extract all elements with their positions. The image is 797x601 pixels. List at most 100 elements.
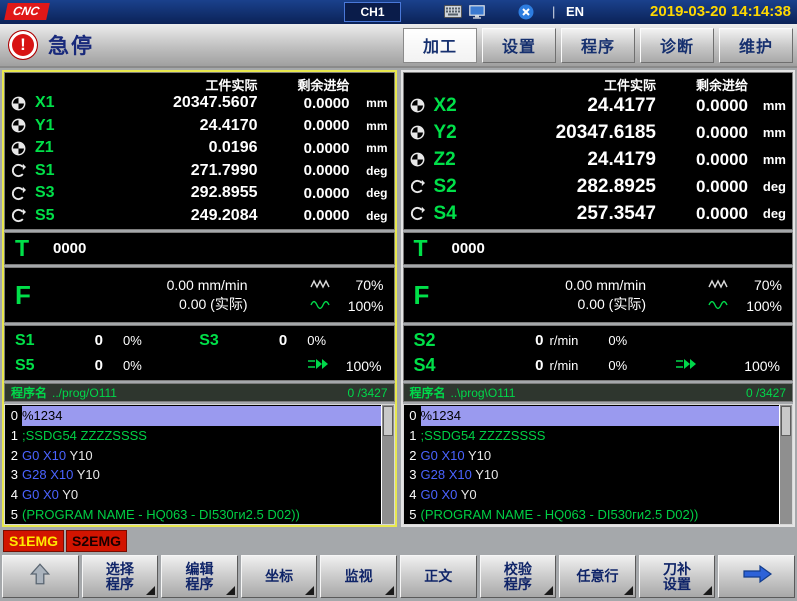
program-line-number: 2 — [406, 448, 417, 463]
alarm-badge-s2emg: S2EMG — [66, 530, 127, 552]
axis-remaining-value: 0.0000 — [258, 140, 350, 157]
coordinate-button[interactable]: 坐标 — [241, 555, 318, 598]
submenu-corner-icon — [624, 586, 633, 595]
spindle-speed: 0 — [51, 332, 103, 349]
feed-label: F — [5, 280, 57, 311]
spindle-override-icon — [310, 297, 332, 315]
program-line[interactable]: 0%1234 — [7, 406, 381, 426]
axis-actual-value: 24.4179 — [476, 149, 657, 171]
program-line-text: (PROGRAM NAME - HQ063 - DI530ги2.5 D02)) — [421, 504, 780, 524]
feed-values: 0.00 mm/min 0.00 (实际) — [456, 276, 673, 314]
axis-remaining-value: 0.0000 — [656, 123, 748, 143]
axis-unit: mm — [350, 141, 388, 155]
axis-name: S1 — [35, 162, 77, 180]
spindle-override-percent: 100% — [340, 298, 384, 314]
tab-maintenance[interactable]: 维护 — [719, 28, 793, 63]
feed-override-percent: 70% — [738, 277, 782, 293]
spindle-item: S1 0 0% — [15, 328, 199, 353]
spindle-name: S1 — [15, 332, 51, 350]
spindle-item: S4 0 r/min 0% 100% — [414, 353, 783, 378]
axis-actual-value: 0.0196 — [77, 139, 258, 157]
axis-actual-value: 24.4170 — [77, 117, 258, 135]
program-line-number: 1 — [7, 428, 18, 443]
program-view[interactable]: 0%12341;SSDG54 ZZZZSSSS2G0 X10 Y103G28 X… — [4, 404, 395, 525]
program-line[interactable]: 3G28 X10 Y10 — [7, 465, 381, 485]
program-line[interactable]: 4G0 X0 Y0 — [406, 485, 780, 505]
feed-display: F 0.00 mm/min 0.00 (实际) 70% 100% — [4, 267, 395, 323]
axis-unit: deg — [350, 186, 388, 200]
program-line[interactable]: 2G0 X10 Y10 — [406, 445, 780, 465]
program-listing[interactable]: 0%12341;SSDG54 ZZZZSSSS2G0 X10 Y103G28 X… — [404, 405, 780, 524]
axis-unit: mm — [748, 98, 786, 113]
axis-row: S2 282.8925 0.0000 deg — [408, 173, 787, 200]
verify-program-button[interactable]: 校验 程序 — [480, 555, 557, 598]
spindle-override-icon — [708, 297, 730, 315]
select-program-button[interactable]: 选择 程序 — [82, 555, 159, 598]
monitor-icon — [469, 5, 485, 19]
tab-setup[interactable]: 设置 — [482, 28, 556, 63]
scrollbar[interactable] — [381, 405, 394, 524]
axis-actual-value: 24.4177 — [476, 95, 657, 117]
program-header: 程序名 ../prog/O111 0 /3427 — [4, 383, 395, 402]
rapid-override-percent: 100% — [338, 358, 382, 374]
program-line-number: 0 — [406, 408, 417, 423]
axis-remaining-value: 0.0000 — [656, 177, 748, 197]
feed-values: 0.00 mm/min 0.00 (实际) — [57, 276, 274, 314]
override-block: 70% 100% — [672, 276, 792, 315]
program-line-number: 5 — [7, 507, 18, 522]
rotary-axis-icon — [408, 206, 434, 221]
tool-offset-button[interactable]: 刀补 设置 — [639, 555, 716, 598]
spindle-percent: 0% — [123, 333, 142, 348]
linear-axis-icon — [408, 152, 434, 167]
tool-label: T — [5, 235, 53, 262]
axis-name: X1 — [35, 94, 77, 112]
program-line[interactable]: 3G28 X10 Y10 — [406, 465, 780, 485]
tool-label: T — [404, 235, 452, 262]
rotary-axis-icon — [9, 163, 35, 178]
right-arrow-icon — [740, 562, 774, 591]
program-line[interactable]: 1;SSDG54 ZZZZSSSS — [7, 426, 381, 446]
program-line[interactable]: 4G0 X0 Y0 — [7, 485, 381, 505]
program-line-number: 2 — [7, 448, 18, 463]
rotary-axis-icon — [408, 179, 434, 194]
program-line[interactable]: 5 (PROGRAM NAME - HQ063 - DI530ги2.5 D02)… — [7, 504, 381, 524]
program-line[interactable]: 5(PROGRAM NAME - HQ063 - DI530ги2.5 D02)… — [406, 504, 780, 524]
program-line-text: (PROGRAM NAME - HQ063 - DI530ги2.5 D02)) — [22, 504, 381, 524]
program-line[interactable]: 2G0 X10 Y10 — [7, 445, 381, 465]
menu-extend-button[interactable] — [718, 555, 795, 598]
edit-program-button[interactable]: 编辑 程序 — [161, 555, 238, 598]
estop-exclamation: ! — [20, 35, 26, 55]
arbitrary-line-button[interactable]: 任意行 — [559, 555, 636, 598]
scrollbar-thumb[interactable] — [383, 406, 393, 436]
scrollbar[interactable] — [779, 405, 792, 524]
rapid-override-percent: 100% — [736, 358, 780, 374]
axis-row: S5 249.2084 0.0000 deg — [9, 205, 388, 228]
softkey-toolbar: 选择 程序 编辑 程序 坐标 监视 正文 校验 程序 任意行 刀补 设置 — [0, 553, 797, 601]
program-text-button[interactable]: 正文 — [400, 555, 477, 598]
spindle-name: S4 — [414, 355, 460, 376]
scrollbar-thumb[interactable] — [781, 406, 791, 436]
program-line-text: G0 X0 Y0 — [22, 485, 381, 505]
program-line-number: 1 — [406, 428, 417, 443]
program-view[interactable]: 0%12341;SSDG54 ZZZZSSSS2G0 X10 Y103G28 X… — [403, 404, 794, 525]
tab-diagnosis[interactable]: 诊断 — [640, 28, 714, 63]
axis-unit: deg — [350, 164, 388, 178]
program-line[interactable]: 1;SSDG54 ZZZZSSSS — [406, 426, 780, 446]
program-listing[interactable]: 0%12341;SSDG54 ZZZZSSSS2G0 X10 Y103G28 X… — [5, 405, 381, 524]
spindle-item: S3 0 0% — [199, 328, 383, 353]
language-indicator[interactable]: EN — [566, 4, 584, 19]
axis-actual-value: 20347.5607 — [77, 94, 258, 112]
spindle-speed: 0 — [460, 332, 544, 349]
monitor-button[interactable]: 监视 — [320, 555, 397, 598]
axis-actual-value: 282.8925 — [476, 176, 657, 198]
tab-machining[interactable]: 加工 — [403, 28, 477, 63]
program-name-label: 程序名 — [410, 384, 446, 401]
close-icon[interactable] — [518, 4, 534, 20]
program-line[interactable]: 0%1234 — [406, 406, 780, 426]
channel-indicator[interactable]: CH1 — [344, 2, 401, 22]
menu-return-button[interactable] — [2, 555, 79, 598]
program-header: 程序名 ..\prog\O111 0 /3427 — [403, 383, 794, 402]
tool-display: T 0000 — [403, 232, 794, 265]
feed-actual: 0.00 (实际) — [456, 295, 647, 314]
tab-program[interactable]: 程序 — [561, 28, 635, 63]
